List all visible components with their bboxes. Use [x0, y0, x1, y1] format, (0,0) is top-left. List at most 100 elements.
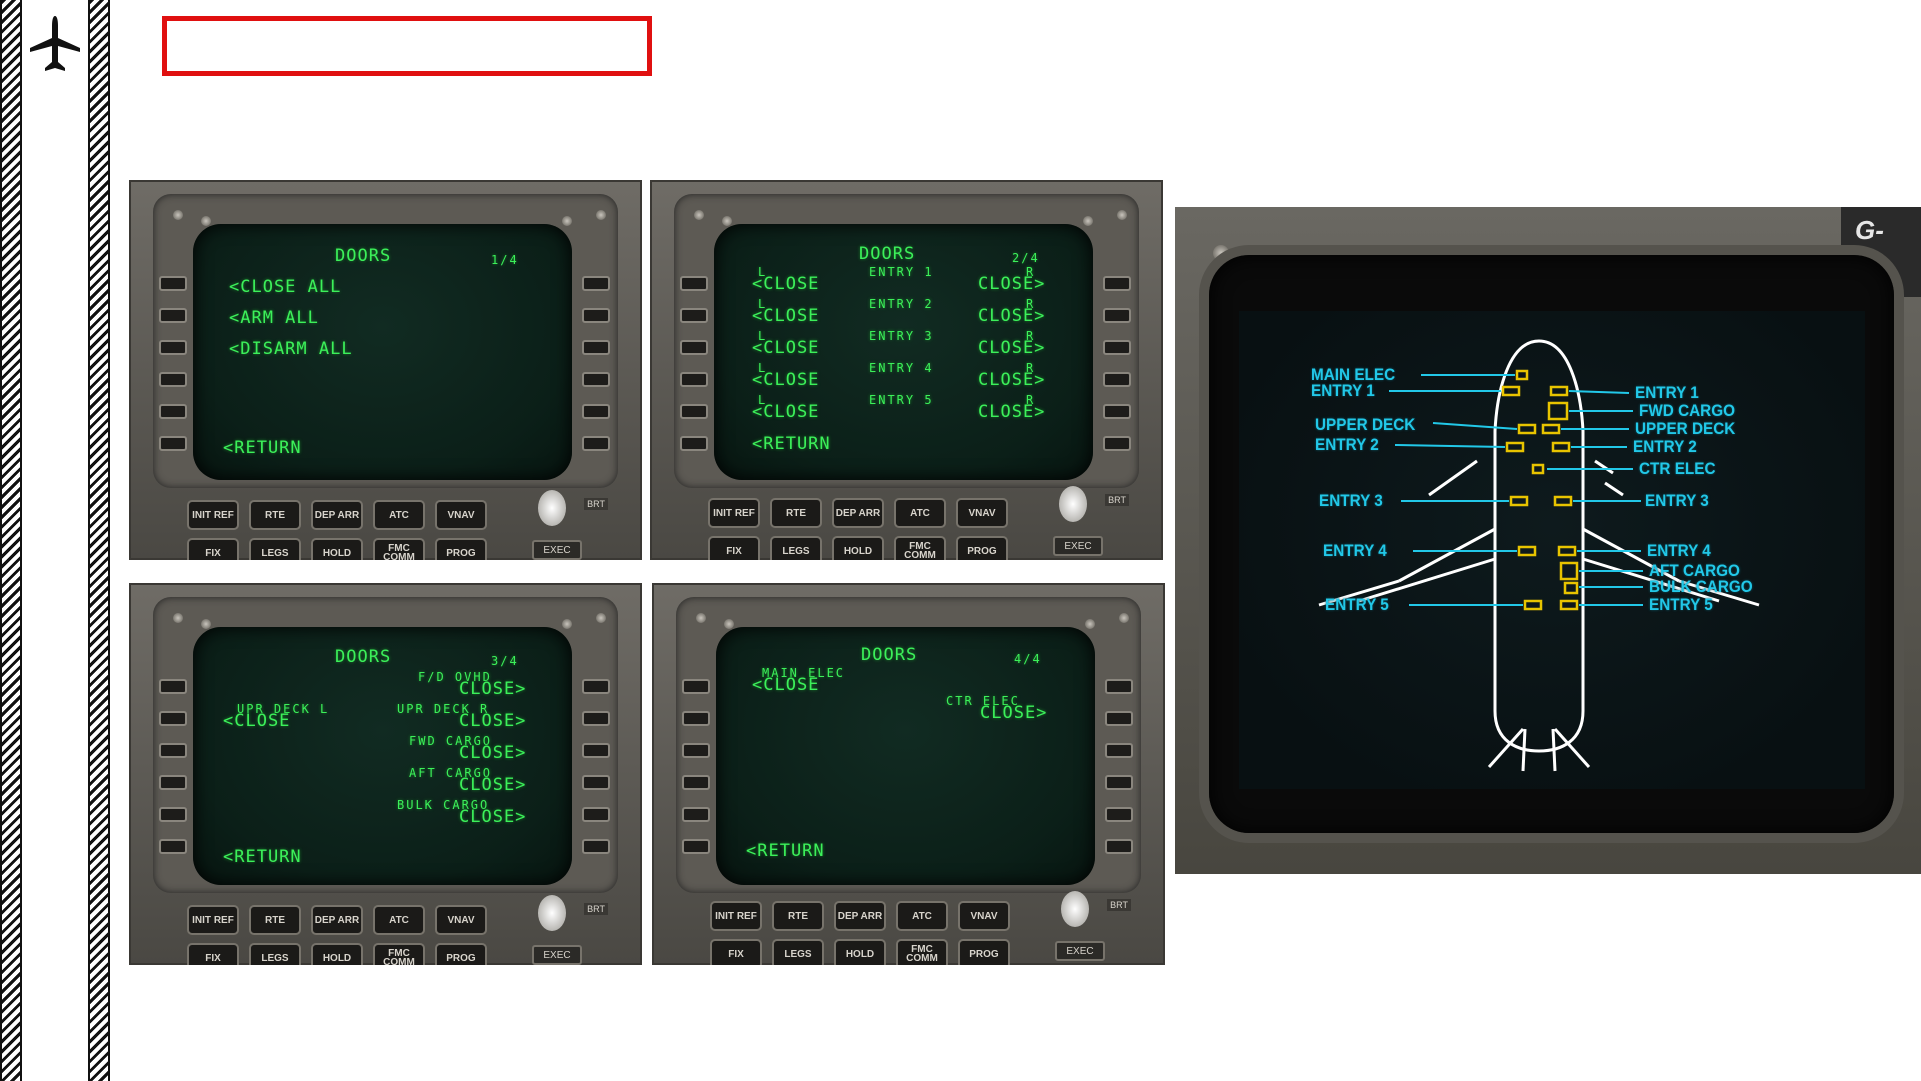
lsk-5r[interactable] — [1105, 807, 1133, 822]
aft-cargo-close[interactable]: CLOSE> — [459, 777, 526, 794]
lsk-5r[interactable] — [582, 404, 610, 419]
key-exec[interactable]: EXEC — [1053, 536, 1103, 556]
lsk-1r[interactable] — [582, 679, 610, 694]
lsk-2r[interactable] — [582, 711, 610, 726]
key-fmc-comm[interactable]: FMC COMM — [373, 538, 425, 560]
key-vnav[interactable]: VNAV — [435, 905, 487, 935]
lsk-5r[interactable] — [582, 807, 610, 822]
entry-2-close-right[interactable]: CLOSE> — [978, 308, 1045, 325]
key-init-ref[interactable]: INIT REF — [708, 498, 760, 528]
lsk-4l[interactable] — [682, 775, 710, 790]
brightness-knob[interactable] — [1059, 486, 1087, 522]
entry-5-close-left[interactable]: <CLOSE — [752, 404, 819, 421]
lsk-1r[interactable] — [582, 276, 610, 291]
entry-2-close-left[interactable]: <CLOSE — [752, 308, 819, 325]
key-rte[interactable]: RTE — [249, 500, 301, 530]
key-fmc-comm[interactable]: FMC COMM — [373, 943, 425, 965]
lsk-2r[interactable] — [582, 308, 610, 323]
upr-deck-r-close[interactable]: CLOSE> — [459, 713, 526, 730]
key-hold[interactable]: HOLD — [311, 538, 363, 560]
key-dep-arr[interactable]: DEP ARR — [311, 500, 363, 530]
lsk-6r[interactable] — [1103, 436, 1131, 451]
lsk-1l[interactable] — [682, 679, 710, 694]
key-exec[interactable]: EXEC — [532, 945, 582, 965]
lsk-5l[interactable] — [159, 807, 187, 822]
key-prog[interactable]: PROG — [435, 538, 487, 560]
key-fix[interactable]: FIX — [187, 538, 239, 560]
lsk-1r[interactable] — [1105, 679, 1133, 694]
main-elec-close[interactable]: <CLOSE — [752, 677, 819, 694]
lsk-2l[interactable] — [680, 308, 708, 323]
lsk-6l[interactable] — [159, 436, 187, 451]
key-prog[interactable]: PROG — [435, 943, 487, 965]
key-atc[interactable]: ATC — [373, 500, 425, 530]
key-fix[interactable]: FIX — [708, 536, 760, 560]
key-exec[interactable]: EXEC — [532, 540, 582, 560]
lsk-4r[interactable] — [582, 775, 610, 790]
lsk-6r[interactable] — [1105, 839, 1133, 854]
key-rte[interactable]: RTE — [249, 905, 301, 935]
lsk-5l[interactable] — [680, 404, 708, 419]
lsk-3l[interactable] — [682, 743, 710, 758]
key-fix[interactable]: FIX — [710, 939, 762, 965]
key-dep-arr[interactable]: DEP ARR — [834, 901, 886, 931]
fwd-cargo-close[interactable]: CLOSE> — [459, 745, 526, 762]
upr-deck-l-close[interactable]: <CLOSE — [223, 713, 290, 730]
lsk-4l[interactable] — [680, 372, 708, 387]
lsk-3r[interactable] — [1105, 743, 1133, 758]
lsk-3l[interactable] — [159, 340, 187, 355]
cdu-return[interactable]: <RETURN — [746, 843, 825, 860]
key-hold[interactable]: HOLD — [834, 939, 886, 965]
key-vnav[interactable]: VNAV — [958, 901, 1010, 931]
lsk-2l[interactable] — [159, 711, 187, 726]
key-atc[interactable]: ATC — [894, 498, 946, 528]
lsk-5r[interactable] — [1103, 404, 1131, 419]
key-hold[interactable]: HOLD — [311, 943, 363, 965]
key-fmc-comm[interactable]: FMC COMM — [896, 939, 948, 965]
bulk-cargo-close[interactable]: CLOSE> — [459, 809, 526, 826]
key-atc[interactable]: ATC — [896, 901, 948, 931]
lsk-3l[interactable] — [159, 743, 187, 758]
key-vnav[interactable]: VNAV — [435, 500, 487, 530]
lsk-3r[interactable] — [1103, 340, 1131, 355]
lsk-5l[interactable] — [682, 807, 710, 822]
lsk-2l[interactable] — [159, 308, 187, 323]
cdu-disarm-all[interactable]: <DISARM ALL — [229, 341, 353, 358]
lsk-1l[interactable] — [680, 276, 708, 291]
key-dep-arr[interactable]: DEP ARR — [832, 498, 884, 528]
brightness-knob[interactable] — [538, 490, 566, 526]
entry-4-close-left[interactable]: <CLOSE — [752, 372, 819, 389]
entry-1-close-left[interactable]: <CLOSE — [752, 276, 819, 293]
key-init-ref[interactable]: INIT REF — [187, 500, 239, 530]
key-fmc-comm[interactable]: FMC COMM — [894, 536, 946, 560]
brightness-knob[interactable] — [538, 895, 566, 931]
lsk-6r[interactable] — [582, 436, 610, 451]
lsk-6l[interactable] — [682, 839, 710, 854]
key-rte[interactable]: RTE — [772, 901, 824, 931]
cdu-return[interactable]: <RETURN — [223, 849, 302, 866]
brightness-knob[interactable] — [1061, 891, 1089, 927]
lsk-6r[interactable] — [582, 839, 610, 854]
lsk-6l[interactable] — [159, 839, 187, 854]
fd-ovhd-close[interactable]: CLOSE> — [459, 681, 526, 698]
lsk-2l[interactable] — [682, 711, 710, 726]
key-legs[interactable]: LEGS — [249, 538, 301, 560]
key-prog[interactable]: PROG — [956, 536, 1008, 560]
key-atc[interactable]: ATC — [373, 905, 425, 935]
key-hold[interactable]: HOLD — [832, 536, 884, 560]
entry-1-close-right[interactable]: CLOSE> — [978, 276, 1045, 293]
key-dep-arr[interactable]: DEP ARR — [311, 905, 363, 935]
lsk-4l[interactable] — [159, 372, 187, 387]
cdu-close-all[interactable]: <CLOSE ALL — [229, 279, 341, 296]
key-init-ref[interactable]: INIT REF — [710, 901, 762, 931]
key-legs[interactable]: LEGS — [249, 943, 301, 965]
key-rte[interactable]: RTE — [770, 498, 822, 528]
lsk-5l[interactable] — [159, 404, 187, 419]
lsk-3r[interactable] — [582, 340, 610, 355]
lsk-1r[interactable] — [1103, 276, 1131, 291]
entry-3-close-left[interactable]: <CLOSE — [752, 340, 819, 357]
key-legs[interactable]: LEGS — [772, 939, 824, 965]
lsk-4r[interactable] — [1105, 775, 1133, 790]
key-exec[interactable]: EXEC — [1055, 941, 1105, 961]
key-vnav[interactable]: VNAV — [956, 498, 1008, 528]
